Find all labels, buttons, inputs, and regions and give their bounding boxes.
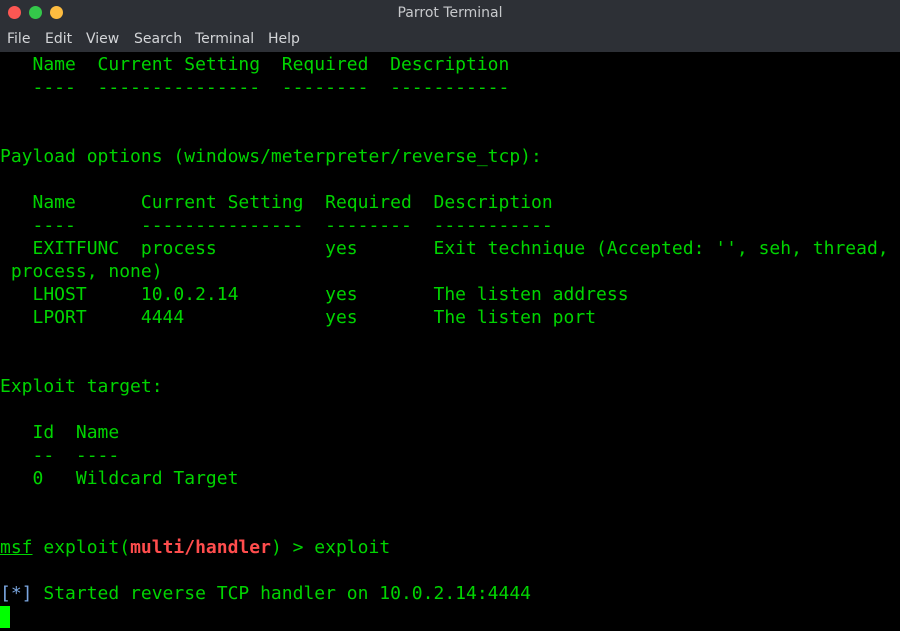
terminal-cursor	[0, 606, 10, 628]
terminal-line: Payload options (windows/meterpreter/rev…	[0, 146, 542, 167]
menu-search[interactable]: Search	[134, 31, 182, 47]
terminal-line: Name Current Setting Required Descriptio…	[0, 192, 553, 213]
prompt-command: ) > exploit	[270, 537, 391, 558]
window-title: Parrot Terminal	[397, 5, 503, 21]
terminal-line: Exploit target:	[0, 376, 163, 397]
menu-bar: File Edit View Search Terminal Help	[0, 26, 900, 52]
terminal-line: process, none)	[0, 261, 163, 282]
status-text: Started reverse TCP handler on 10.0.2.14…	[32, 583, 532, 604]
prompt-msf: msf	[0, 537, 33, 558]
terminal-line: ---- --------------- -------- ----------…	[0, 77, 510, 98]
prompt-line: msf exploit(multi/handler) > exploit	[0, 536, 390, 559]
menu-terminal[interactable]: Terminal	[195, 31, 254, 47]
title-bar: Parrot Terminal	[0, 0, 900, 26]
terminal-line: ---- --------------- -------- ----------…	[0, 215, 553, 236]
status-line: [*] Started reverse TCP handler on 10.0.…	[0, 582, 531, 605]
terminal-line: LHOST 10.0.2.14 yes The listen address	[0, 284, 629, 305]
menu-edit[interactable]: Edit	[45, 31, 72, 47]
menu-view[interactable]: View	[86, 31, 119, 47]
terminal-line: LPORT 4444 yes The listen port	[0, 307, 597, 328]
menu-file[interactable]: File	[7, 31, 30, 47]
status-tag: [*]	[0, 583, 33, 604]
terminal-line: EXITFUNC process yes Exit technique (Acc…	[0, 238, 889, 259]
menu-help[interactable]: Help	[268, 31, 300, 47]
prompt-module: multi/handler	[130, 537, 271, 558]
terminal-line: 0 Wildcard Target	[0, 468, 239, 489]
prompt-text: exploit(	[32, 537, 131, 558]
terminal-line: -- ----	[0, 445, 120, 466]
terminal-line: Id Name	[0, 422, 120, 443]
terminal-line: Name Current Setting Required Descriptio…	[0, 54, 510, 75]
